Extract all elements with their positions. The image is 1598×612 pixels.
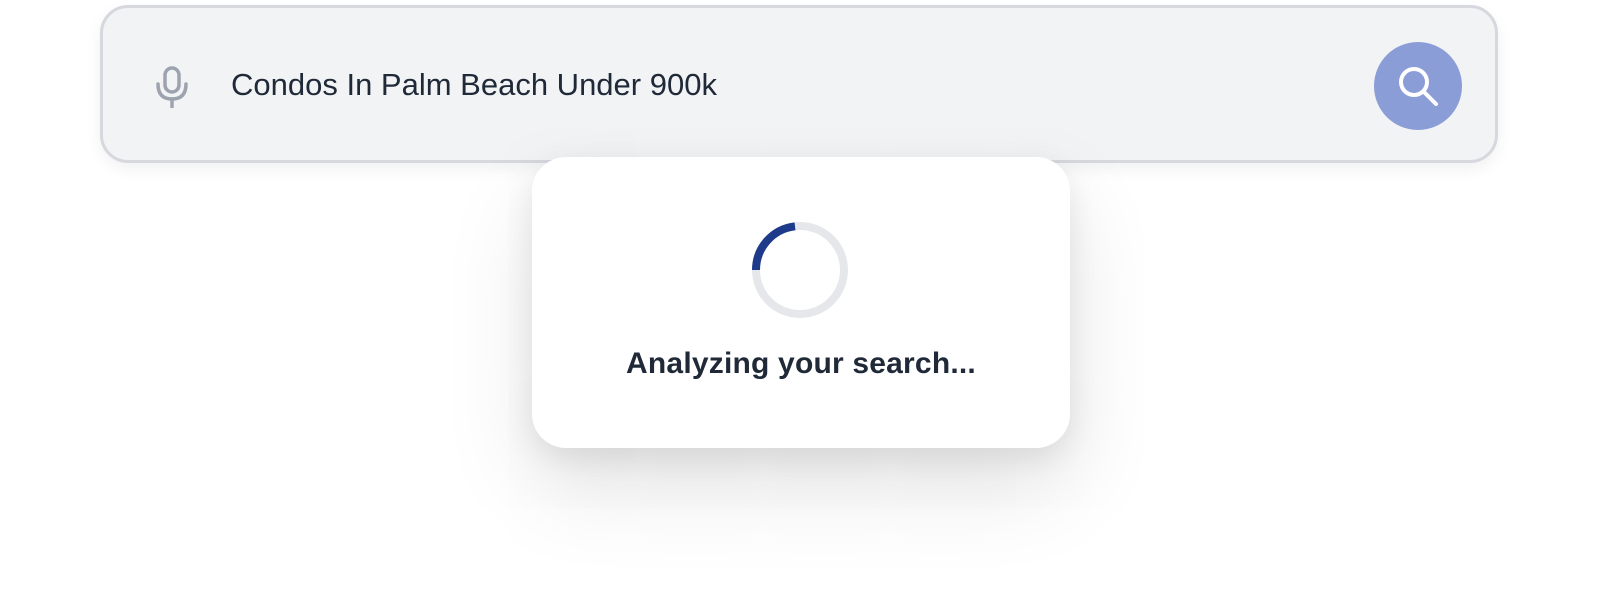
search-button[interactable] <box>1374 42 1462 130</box>
search-icon <box>1396 64 1440 108</box>
loading-message: Analyzing your search... <box>626 347 976 380</box>
search-bar <box>100 5 1498 163</box>
spinner-icon <box>750 220 850 320</box>
microphone-icon[interactable] <box>153 66 191 109</box>
loading-popup: Analyzing your search... <box>532 157 1070 448</box>
page: Analyzing your search... <box>0 0 1598 612</box>
search-input[interactable] <box>231 48 1331 122</box>
